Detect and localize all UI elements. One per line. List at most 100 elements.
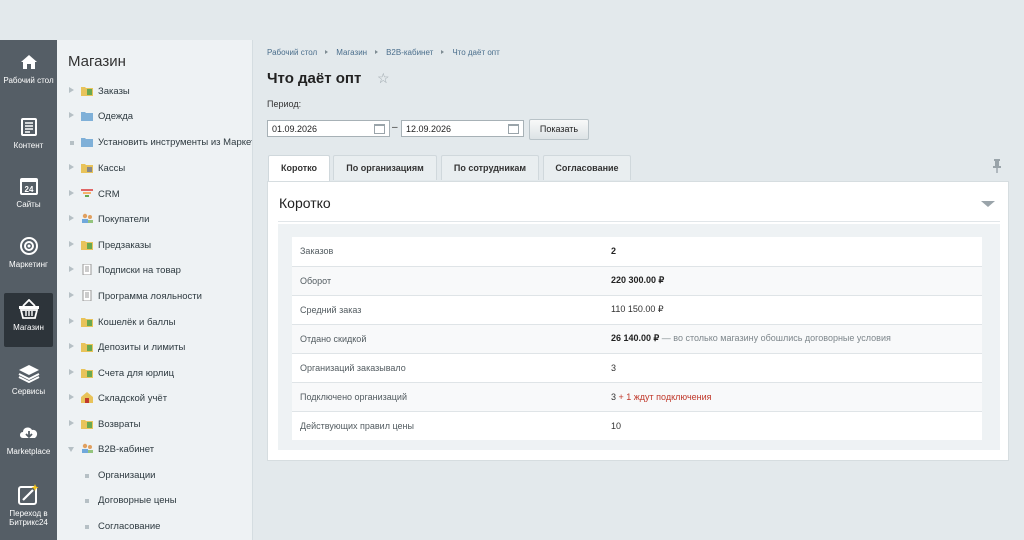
row-value: 110 150.00 ₽ — [602, 294, 982, 324]
row-label: Средний заказ — [292, 294, 602, 324]
expand-arrow-icon[interactable] — [69, 112, 74, 118]
table-row: Отдано скидкой 26 140.00 ₽ — во столько … — [292, 323, 982, 353]
calendar-icon[interactable] — [374, 124, 385, 134]
favorite-star-icon[interactable]: ☆ — [377, 70, 390, 87]
expand-arrow-icon[interactable] — [69, 369, 74, 375]
users-icon — [82, 213, 93, 223]
expand-arrow-icon[interactable] — [69, 420, 74, 426]
menu-item-wallet[interactable]: Кошелёк и баллы — [57, 314, 252, 332]
menu-item-preorders[interactable]: Предзаказы — [57, 237, 252, 255]
menu-item-invoices[interactable]: Счета для юрлиц — [57, 365, 252, 383]
breadcrumb-separator-icon — [441, 50, 445, 54]
menu-title: Магазин — [68, 53, 126, 70]
home-icon — [20, 55, 37, 69]
expand-arrow-icon[interactable] — [69, 292, 74, 298]
menu-item-warehouse[interactable]: Складской учёт — [57, 390, 252, 408]
row-label: Действующих правил цены — [292, 410, 602, 440]
users-icon — [82, 443, 93, 453]
period-label: Период: — [267, 99, 302, 109]
collapse-triangle-icon[interactable] — [981, 201, 995, 207]
expand-arrow-icon[interactable] — [69, 190, 74, 196]
breadcrumb-item[interactable]: Магазин — [336, 48, 367, 57]
row-value: 10 — [602, 410, 982, 440]
menu-item-clothes[interactable]: Одежда — [57, 108, 252, 126]
rail-item-sites[interactable]: 24 Сайты — [0, 176, 57, 209]
folder-orders-icon — [81, 241, 93, 250]
breadcrumb-separator-icon — [375, 50, 379, 54]
table-row: Оборот 220 300.00 ₽ — [292, 265, 982, 295]
date-range-dash: – — [392, 122, 398, 133]
table-row: Действующих правил цены 10 — [292, 410, 982, 440]
pending-connections: + 1 ждут подключения — [616, 391, 712, 402]
folder-icon — [81, 138, 93, 147]
tab-by-organizations[interactable]: По организациям — [333, 155, 437, 180]
menu-item-orders[interactable]: Заказы — [57, 83, 252, 101]
basket-icon — [18, 299, 39, 319]
rail-label: Контент — [13, 141, 44, 150]
row-value: 3 + 1 ждут подключения — [602, 381, 982, 411]
breadcrumb-item[interactable]: Рабочий стол — [267, 48, 317, 57]
expand-arrow-icon[interactable] — [69, 241, 74, 247]
rail-label: Рабочий стол — [3, 76, 54, 85]
row-label: Заказов — [300, 246, 334, 257]
table-row: Организаций заказывало 3 — [292, 352, 982, 382]
bullet-icon — [85, 499, 89, 503]
menu-item-loyalty[interactable]: Программа лояльности — [57, 288, 252, 306]
bullet-icon — [85, 525, 89, 529]
rail-item-services[interactable]: Сервисы — [0, 363, 57, 396]
date-from-input[interactable]: 01.09.2026 — [267, 120, 390, 137]
top-strip — [0, 0, 1024, 40]
folder-cashbox-icon — [81, 164, 93, 173]
tab-by-employees[interactable]: По сотрудникам — [441, 155, 539, 180]
rail-item-shop[interactable]: Магазин — [4, 293, 53, 347]
rail-item-bitrix24[interactable]: Переход в Битрикс24 — [0, 483, 57, 527]
calendar-24-icon: 24 — [19, 178, 38, 195]
menu-item-returns[interactable]: Возвраты — [57, 416, 252, 434]
menu-item-approval[interactable]: Согласование — [57, 518, 252, 536]
tab-short[interactable]: Коротко — [268, 155, 330, 182]
rail-label: Маркетинг — [9, 260, 48, 269]
menu-item-install-tools[interactable]: Установить инструменты из Маркетплейса — [57, 134, 252, 152]
row-value: 220 300.00 ₽ — [602, 265, 982, 295]
table-row: Подключено организаций 3 + 1 ждут подклю… — [292, 381, 982, 411]
calendar-icon[interactable] — [508, 124, 519, 134]
svg-text:24: 24 — [24, 185, 33, 194]
expand-arrow-icon[interactable] — [69, 164, 74, 170]
folder-orders-icon — [81, 87, 93, 96]
menu-item-b2b-cabinet[interactable]: B2B-кабинет — [57, 441, 252, 459]
rail-item-marketing[interactable]: Маркетинг — [0, 236, 57, 269]
menu-item-subscriptions[interactable]: Подписки на товар — [57, 262, 252, 280]
menu-item-deposits[interactable]: Депозиты и лимиты — [57, 339, 252, 357]
menu-item-crm[interactable]: CRM — [57, 186, 252, 204]
date-to-value: 12.09.2026 — [406, 124, 452, 134]
breadcrumb: Рабочий стол Магазин B2B-кабинет Что даёт о… — [267, 48, 500, 57]
rail-item-marketplace[interactable]: Marketplace — [0, 423, 57, 456]
breadcrumb-item-current[interactable]: Что даёт опт — [452, 48, 499, 57]
expand-arrow-icon[interactable] — [69, 215, 74, 221]
tab-approval[interactable]: Согласование — [543, 155, 631, 180]
rail-label: Marketplace — [6, 447, 51, 456]
date-to-input[interactable]: 12.09.2026 — [401, 120, 524, 137]
expand-arrow-icon[interactable] — [69, 87, 74, 93]
rail-item-content[interactable]: Контент — [0, 117, 57, 150]
menu-item-customers[interactable]: Покупатели — [57, 211, 252, 229]
show-button[interactable]: Показать — [529, 119, 589, 140]
row-label: Организаций заказывало — [292, 352, 602, 382]
expand-arrow-icon[interactable] — [69, 394, 74, 400]
page-title: Что даёт опт — [267, 70, 362, 87]
expand-arrow-icon[interactable] — [69, 343, 74, 349]
page-icon — [82, 264, 92, 275]
breadcrumb-item[interactable]: B2B-кабинет — [386, 48, 433, 57]
panel-divider — [278, 221, 1000, 222]
menu-item-contract-prices[interactable]: Договорные цены — [57, 492, 252, 510]
menu-item-organizations[interactable]: Организации — [57, 467, 252, 485]
pin-icon[interactable] — [992, 159, 1002, 173]
bullet-icon — [70, 141, 74, 145]
rail-item-desktop[interactable]: Рабочий стол — [0, 52, 57, 85]
row-note: — во столько магазину обошлись договорны… — [659, 333, 891, 343]
warehouse-icon — [81, 392, 93, 403]
collapse-arrow-icon[interactable] — [68, 447, 74, 452]
expand-arrow-icon[interactable] — [69, 266, 74, 272]
expand-arrow-icon[interactable] — [69, 318, 74, 324]
menu-item-cashboxes[interactable]: Кассы — [57, 160, 252, 178]
